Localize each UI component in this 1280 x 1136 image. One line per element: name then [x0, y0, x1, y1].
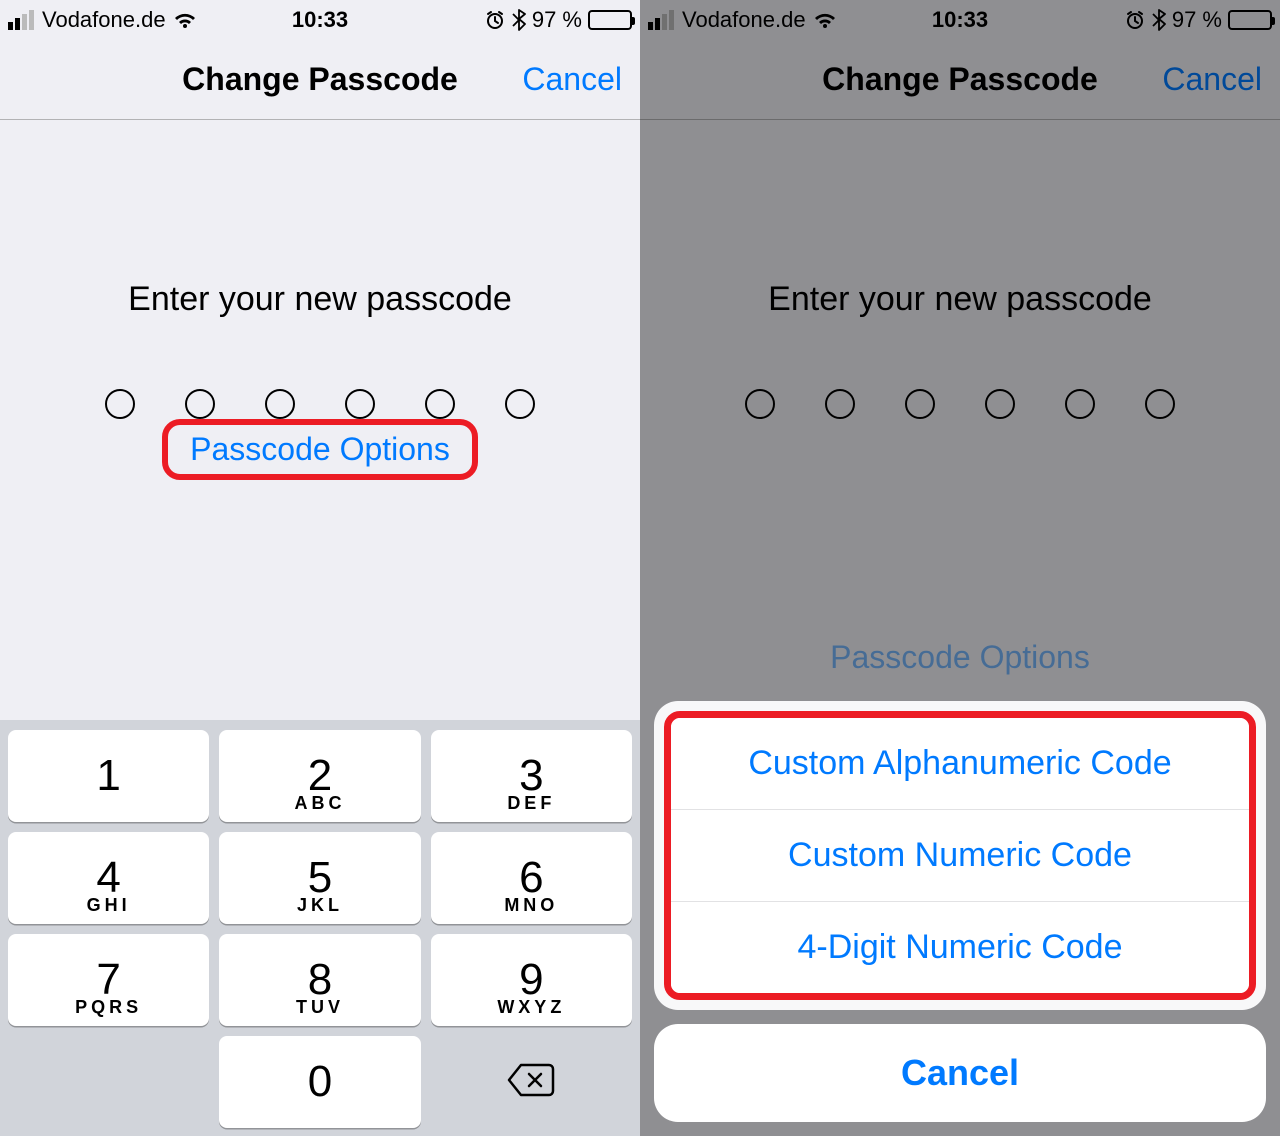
keypad-key-8[interactable]: 8 TUV: [219, 934, 420, 1026]
highlight-annotation: Custom Alphanumeric Code Custom Numeric …: [664, 711, 1256, 1000]
key-number: 7: [96, 958, 120, 1002]
key-number: 0: [308, 1060, 332, 1104]
passcode-dot: [185, 389, 215, 419]
key-number: 8: [308, 958, 332, 1002]
passcode-dot: [505, 389, 535, 419]
key-number: 1: [96, 754, 120, 798]
passcode-dot: [425, 389, 455, 419]
passcode-dot: [345, 389, 375, 419]
keypad-key-0[interactable]: 0: [219, 1036, 420, 1128]
keypad-key-6[interactable]: 6 MNO: [431, 832, 632, 924]
option-custom-alphanumeric[interactable]: Custom Alphanumeric Code: [671, 718, 1249, 810]
bluetooth-icon: [512, 9, 526, 31]
nav-bar: Change Passcode Cancel: [0, 40, 640, 120]
numeric-keypad: 1 2 ABC 3 DEF 4 GHI 5 J: [0, 720, 640, 1136]
key-number: 6: [519, 856, 543, 900]
option-4-digit-numeric[interactable]: 4-Digit Numeric Code: [671, 902, 1249, 993]
key-letters: DEF: [507, 793, 555, 814]
key-number: 2: [308, 754, 332, 798]
wifi-icon: [172, 10, 198, 30]
keypad-key-9[interactable]: 9 WXYZ: [431, 934, 632, 1026]
passcode-options-button[interactable]: Passcode Options: [190, 431, 450, 467]
key-number: 9: [519, 958, 543, 1002]
keypad-blank: [8, 1036, 209, 1128]
alarm-icon: [484, 9, 506, 31]
action-sheet-group: Custom Alphanumeric Code Custom Numeric …: [654, 701, 1266, 1010]
signal-icon: [8, 10, 34, 30]
key-letters: JKL: [297, 895, 343, 916]
battery-pct: 97 %: [532, 7, 582, 33]
key-letters: PQRS: [75, 997, 142, 1018]
option-custom-numeric[interactable]: Custom Numeric Code: [671, 810, 1249, 902]
key-letters: MNO: [504, 895, 558, 916]
highlight-annotation: Passcode Options: [162, 419, 478, 480]
key-number: 3: [519, 754, 543, 798]
action-sheet: Custom Alphanumeric Code Custom Numeric …: [654, 701, 1266, 1122]
key-number: 4: [96, 856, 120, 900]
keypad-key-7[interactable]: 7 PQRS: [8, 934, 209, 1026]
status-bar: Vodafone.de 10:33 97 %: [0, 0, 640, 40]
keypad-key-2[interactable]: 2 ABC: [219, 730, 420, 822]
carrier-label: Vodafone.de: [42, 7, 166, 33]
passcode-dot: [105, 389, 135, 419]
keypad-key-4[interactable]: 4 GHI: [8, 832, 209, 924]
keypad-key-5[interactable]: 5 JKL: [219, 832, 420, 924]
key-letters: TUV: [296, 997, 344, 1018]
passcode-dots: [105, 389, 535, 419]
page-title: Change Passcode: [182, 61, 458, 98]
keypad-backspace[interactable]: [431, 1036, 632, 1128]
key-letters: ABC: [294, 793, 345, 814]
keypad-key-3[interactable]: 3 DEF: [431, 730, 632, 822]
action-sheet-cancel[interactable]: Cancel: [654, 1024, 1266, 1122]
key-number: 5: [308, 856, 332, 900]
key-letters: GHI: [87, 895, 131, 916]
keypad-key-1[interactable]: 1: [8, 730, 209, 822]
battery-icon: [588, 10, 632, 30]
key-letters: WXYZ: [497, 997, 565, 1018]
passcode-prompt: Enter your new passcode: [128, 280, 512, 319]
passcode-dot: [265, 389, 295, 419]
cancel-button[interactable]: Cancel: [522, 61, 622, 98]
backspace-icon: [505, 1061, 557, 1104]
clock: 10:33: [292, 7, 348, 33]
